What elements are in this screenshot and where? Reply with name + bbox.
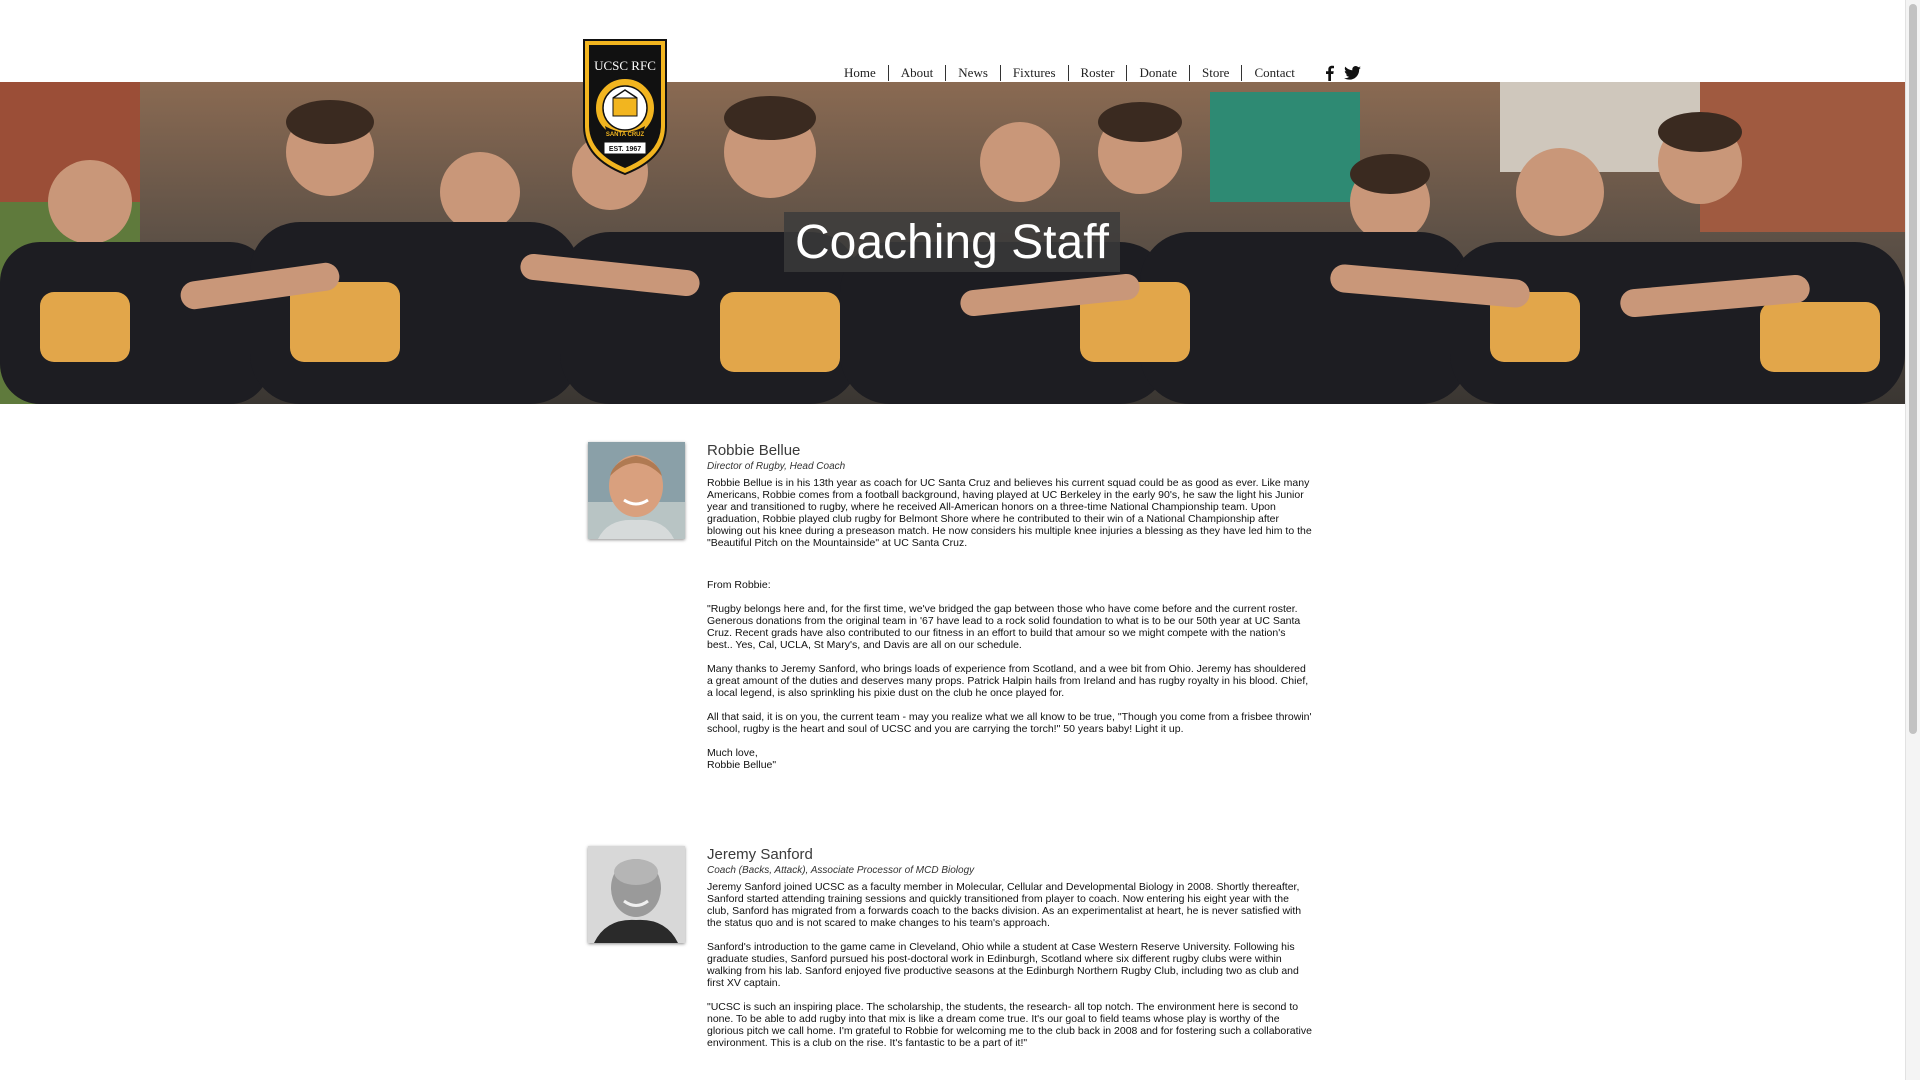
logo-ring-text: UCSC RFC [594,58,656,73]
logo-banner-text: SANTA CRUZ [606,132,645,138]
nav-donate[interactable]: Donate [1126,65,1189,81]
bio-paragraph: From Robbie: [707,579,771,591]
bio-paragraph: Many thanks to Jeremy Sanford, who bring… [707,663,1309,699]
bio-paragraph: Sanford's introduction to the game came … [707,941,1299,989]
coach-role: Director of Rugby, Head Coach [707,461,846,472]
logo-est-text: EST. 1967 [609,146,641,153]
coach-role: Coach (Backs, Attack), Associate Process… [707,865,975,876]
page-scrollbar[interactable] [1905,0,1920,1080]
twitter-icon[interactable] [1344,66,1361,80]
coach-photo-jeremy-sanford [588,846,685,943]
bio-paragraph: "UCSC is such an inspiring place. The sc… [707,1001,1312,1049]
nav-fixtures[interactable]: Fixtures [999,65,1068,81]
nav-contact[interactable]: Contact [1241,65,1306,81]
social-links [1325,65,1361,81]
bio-paragraph: Robbie Bellue is in his 13th year as coa… [707,477,1312,549]
coach-name: Jeremy Sanford [707,846,813,863]
facebook-icon[interactable] [1325,65,1334,81]
club-logo[interactable]: UCSC RFC SANTA CRUZ EST. 1967 [580,38,670,176]
signoff-line: Robbie Bellue" [707,759,777,771]
coach-name: Robbie Bellue [707,442,801,459]
bio-paragraph: All that said, it is on you, the current… [707,711,1312,735]
nav-news[interactable]: News [945,65,1000,81]
page-title: Coaching Staff [795,215,1109,269]
scrollbar-thumb[interactable] [1909,4,1917,734]
nav-home[interactable]: Home [844,65,888,81]
bio-signoff: Much love, Robbie Bellue" [707,747,1313,771]
hero-title-box: Coaching Staff [784,212,1120,272]
nav-store[interactable]: Store [1189,65,1241,81]
main-nav: Home About News Fixtures Roster Donate S… [844,64,1361,82]
bio-paragraph: "Rugby belongs here and, for the first t… [707,603,1301,651]
signoff-line: Much love, [707,747,758,759]
nav-roster[interactable]: Roster [1067,65,1127,81]
coach-photo-robbie-bellue [588,442,685,539]
bio-paragraph: Jeremy Sanford joined UCSC as a faculty … [707,881,1302,929]
nav-about[interactable]: About [887,65,946,81]
